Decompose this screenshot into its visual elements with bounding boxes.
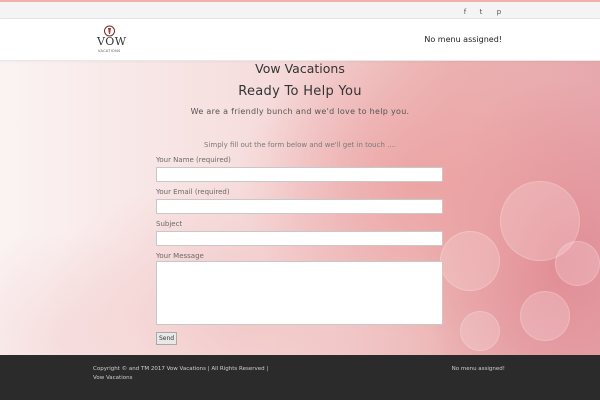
- facebook-icon[interactable]: f: [459, 6, 471, 18]
- bokeh-decoration: [555, 241, 600, 286]
- name-field[interactable]: [156, 167, 443, 182]
- email-label: Your Email (required): [156, 188, 230, 196]
- logo-subtext: VACATIONS: [98, 49, 121, 53]
- message-label: Your Message: [156, 252, 204, 260]
- site-logo[interactable]: VOW VACATIONS: [95, 25, 131, 57]
- pinterest-icon[interactable]: p: [493, 6, 505, 18]
- page-heading: Ready To Help You: [238, 84, 362, 99]
- name-label: Your Name (required): [156, 156, 231, 164]
- form-intro: Simply fill out the form below and we'll…: [203, 141, 397, 149]
- header-menu-note: No menu assigned!: [424, 35, 502, 44]
- message-field[interactable]: [156, 261, 443, 325]
- twitter-icon[interactable]: t: [475, 6, 487, 18]
- send-button[interactable]: Send: [156, 332, 177, 345]
- page-tagline: We are a friendly bunch and we'd love to…: [190, 107, 410, 116]
- site-header: VOW VACATIONS No menu assigned!: [0, 19, 600, 61]
- logo-text: VOW: [97, 35, 127, 48]
- bokeh-decoration: [460, 311, 500, 351]
- bokeh-decoration: [440, 231, 500, 291]
- footer-site-name[interactable]: Vow Vacations: [93, 375, 132, 381]
- site-footer: Copyright © and TM 2017 Vow Vacations | …: [0, 355, 600, 400]
- subject-label: Subject: [156, 220, 183, 228]
- footer-copyright: Copyright © and TM 2017 Vow Vacations | …: [93, 366, 269, 372]
- top-bar: f t p: [0, 0, 600, 19]
- email-field[interactable]: [156, 199, 443, 214]
- site-title: Vow Vacations: [255, 61, 345, 76]
- bokeh-decoration: [520, 291, 570, 341]
- subject-field[interactable]: [156, 231, 443, 246]
- contact-hero: Vow Vacations Ready To Help You We are a…: [0, 61, 600, 355]
- footer-menu-note: No menu assigned!: [451, 366, 505, 372]
